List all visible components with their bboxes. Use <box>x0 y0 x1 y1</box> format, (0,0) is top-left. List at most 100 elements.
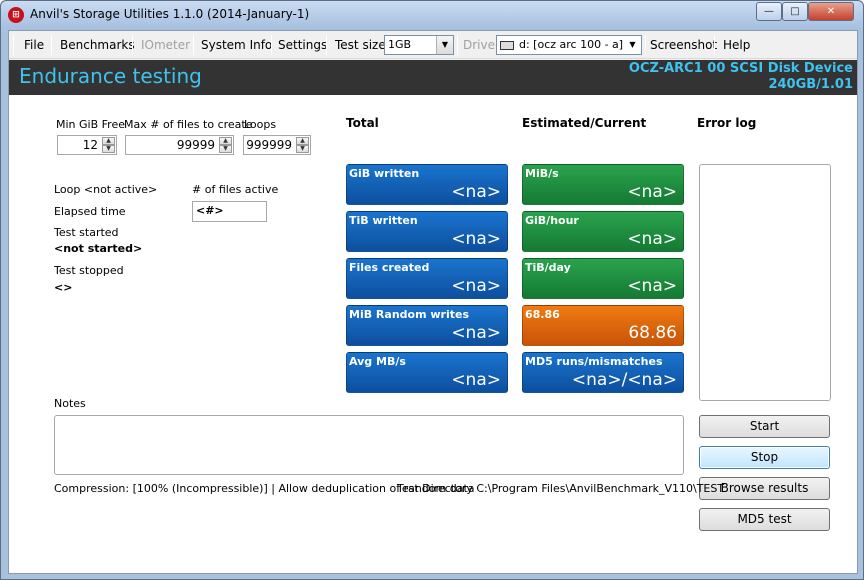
header-bar: Endurance testing OCZ-ARC1 00 SCSI Disk … <box>9 60 857 95</box>
menu-separator <box>457 35 458 55</box>
drive-select[interactable]: d: [ocz arc 100 - a] ▼ <box>496 35 642 55</box>
menu-separator <box>51 35 52 55</box>
elapsed-time-label: Elapsed time <box>54 205 126 218</box>
spin-up-icon[interactable]: ▲ <box>219 137 232 145</box>
client-area: File Benchmarks IOmeter System Info Sett… <box>8 30 858 574</box>
menu-bar: File Benchmarks IOmeter System Info Sett… <box>9 31 857 59</box>
tile-current-value: 68.86 68.86 <box>522 305 684 346</box>
stop-button[interactable]: Stop <box>699 446 830 469</box>
tile-md5-runs: MD5 runs/mismatches <na>/<na> <box>522 352 684 393</box>
menu-separator <box>271 35 272 55</box>
error-log-heading: Error log <box>697 116 757 130</box>
tile-files-created: Files created <na> <box>346 258 508 299</box>
tile-label: TiB written <box>349 214 418 227</box>
menu-file[interactable]: File <box>24 38 44 52</box>
files-active-label: # of files active <box>192 183 279 196</box>
title-bar[interactable]: ⊞ Anvil's Storage Utilities 1.1.0 (2014-… <box>1 1 863 29</box>
loop-status: Loop <not active> <box>54 183 158 196</box>
spin-down-icon[interactable]: ▼ <box>219 145 232 153</box>
test-started-value: <not started> <box>54 242 143 255</box>
tile-mib-random-writes: MiB Random writes <na> <box>346 305 508 346</box>
menu-settings[interactable]: Settings <box>278 38 327 52</box>
window-title: Anvil's Storage Utilities 1.1.0 (2014-Ja… <box>30 7 310 21</box>
tile-mibs: MiB/s <na> <box>522 164 684 205</box>
device-capacity: 240GB/1.01 <box>768 77 853 92</box>
tile-value: <na> <box>451 182 501 202</box>
files-active-field[interactable]: <#> <box>192 201 267 222</box>
test-stopped-value: <> <box>54 281 73 294</box>
loops-stepper[interactable]: 999999 ▲ ▼ <box>243 135 311 155</box>
max-files-value: 99999 <box>176 138 215 152</box>
tile-value: <na> <box>451 276 501 296</box>
min-gib-free-label: Min GiB Free <box>56 118 125 131</box>
error-log-box[interactable] <box>699 164 831 401</box>
drive-value: d: [ocz arc 100 - a] <box>519 38 624 51</box>
menu-iometer[interactable]: IOmeter <box>141 38 190 52</box>
tile-value: <na> <box>451 229 501 249</box>
tile-label: TiB/day <box>525 261 571 274</box>
tile-label: MiB/s <box>525 167 559 180</box>
tile-gib-written: GiB written <na> <box>346 164 508 205</box>
anvil-app-icon: ⊞ <box>8 7 24 23</box>
menu-separator <box>132 35 133 55</box>
tile-label: Files created <box>349 261 430 274</box>
test-started-label: Test started <box>54 226 119 239</box>
tile-value: <na> <box>627 276 677 296</box>
drive-icon <box>500 40 514 50</box>
tile-avg-mbs: Avg MB/s <na> <box>346 352 508 393</box>
menu-separator <box>714 35 715 55</box>
menu-help[interactable]: Help <box>723 38 750 52</box>
device-name: OCZ-ARC1 00 SCSI Disk Device <box>628 61 853 76</box>
test-directory-status: Test Directory C:\Program Files\AnvilBen… <box>397 482 725 495</box>
menu-separator <box>326 35 327 55</box>
spin-down-icon[interactable]: ▼ <box>296 145 309 153</box>
test-size-select[interactable]: 1GB ▼ <box>384 35 454 55</box>
md5-test-button[interactable]: MD5 test <box>699 508 830 531</box>
spin-up-icon[interactable]: ▲ <box>296 137 309 145</box>
close-button[interactable]: ✕ <box>808 2 854 21</box>
max-files-stepper[interactable]: 99999 ▲ ▼ <box>125 135 234 155</box>
main-panel: Min GiB Free Max # of files to create Lo… <box>9 95 857 573</box>
loops-label: Loops <box>244 118 277 131</box>
minimize-button[interactable]: — <box>756 2 782 21</box>
tile-value: <na>/<na> <box>571 370 677 390</box>
loops-value: 999999 <box>246 138 292 152</box>
tile-value: <na> <box>451 370 501 390</box>
tile-tib-written: TiB written <na> <box>346 211 508 252</box>
tile-label: Avg MB/s <box>349 355 406 368</box>
tile-value: <na> <box>627 182 677 202</box>
menu-separator <box>13 35 14 55</box>
tile-value: <na> <box>451 323 501 343</box>
tile-label: GiB/hour <box>525 214 579 227</box>
tile-value: <na> <box>627 229 677 249</box>
chevron-down-icon: ▼ <box>436 36 453 54</box>
tile-tib-day: TiB/day <na> <box>522 258 684 299</box>
tile-gib-hour: GiB/hour <na> <box>522 211 684 252</box>
spin-down-icon[interactable]: ▼ <box>102 145 115 153</box>
tile-label: GiB written <box>349 167 420 180</box>
min-gib-free-stepper[interactable]: 12 ▲ ▼ <box>57 135 117 155</box>
menu-system-info[interactable]: System Info <box>201 38 272 52</box>
menu-screenshot[interactable]: Screenshot <box>650 38 717 52</box>
tile-label: MiB Random writes <box>349 308 470 321</box>
tile-value: 68.86 <box>628 323 677 343</box>
drive-label: Drive <box>463 38 495 52</box>
tile-label: MD5 runs/mismatches <box>525 355 663 368</box>
notes-textarea[interactable] <box>54 415 684 475</box>
start-button[interactable]: Start <box>699 415 830 438</box>
max-files-label: Max # of files to create <box>124 118 253 131</box>
page-title: Endurance testing <box>19 64 202 88</box>
estimated-heading: Estimated/Current <box>522 116 647 130</box>
test-size-value: 1GB <box>388 38 412 51</box>
test-stopped-label: Test stopped <box>54 264 124 277</box>
app-window: ⊞ Anvil's Storage Utilities 1.1.0 (2014-… <box>0 0 864 580</box>
chevron-down-icon: ▼ <box>629 40 636 49</box>
maximize-button[interactable]: □ <box>782 2 808 21</box>
test-size-label: Test size <box>335 38 386 52</box>
spin-up-icon[interactable]: ▲ <box>102 137 115 145</box>
menu-separator <box>193 35 194 55</box>
tile-label: 68.86 <box>525 308 560 321</box>
menu-separator <box>645 35 646 55</box>
min-gib-free-value: 12 <box>82 138 98 152</box>
menu-benchmarks[interactable]: Benchmarks <box>60 38 135 52</box>
